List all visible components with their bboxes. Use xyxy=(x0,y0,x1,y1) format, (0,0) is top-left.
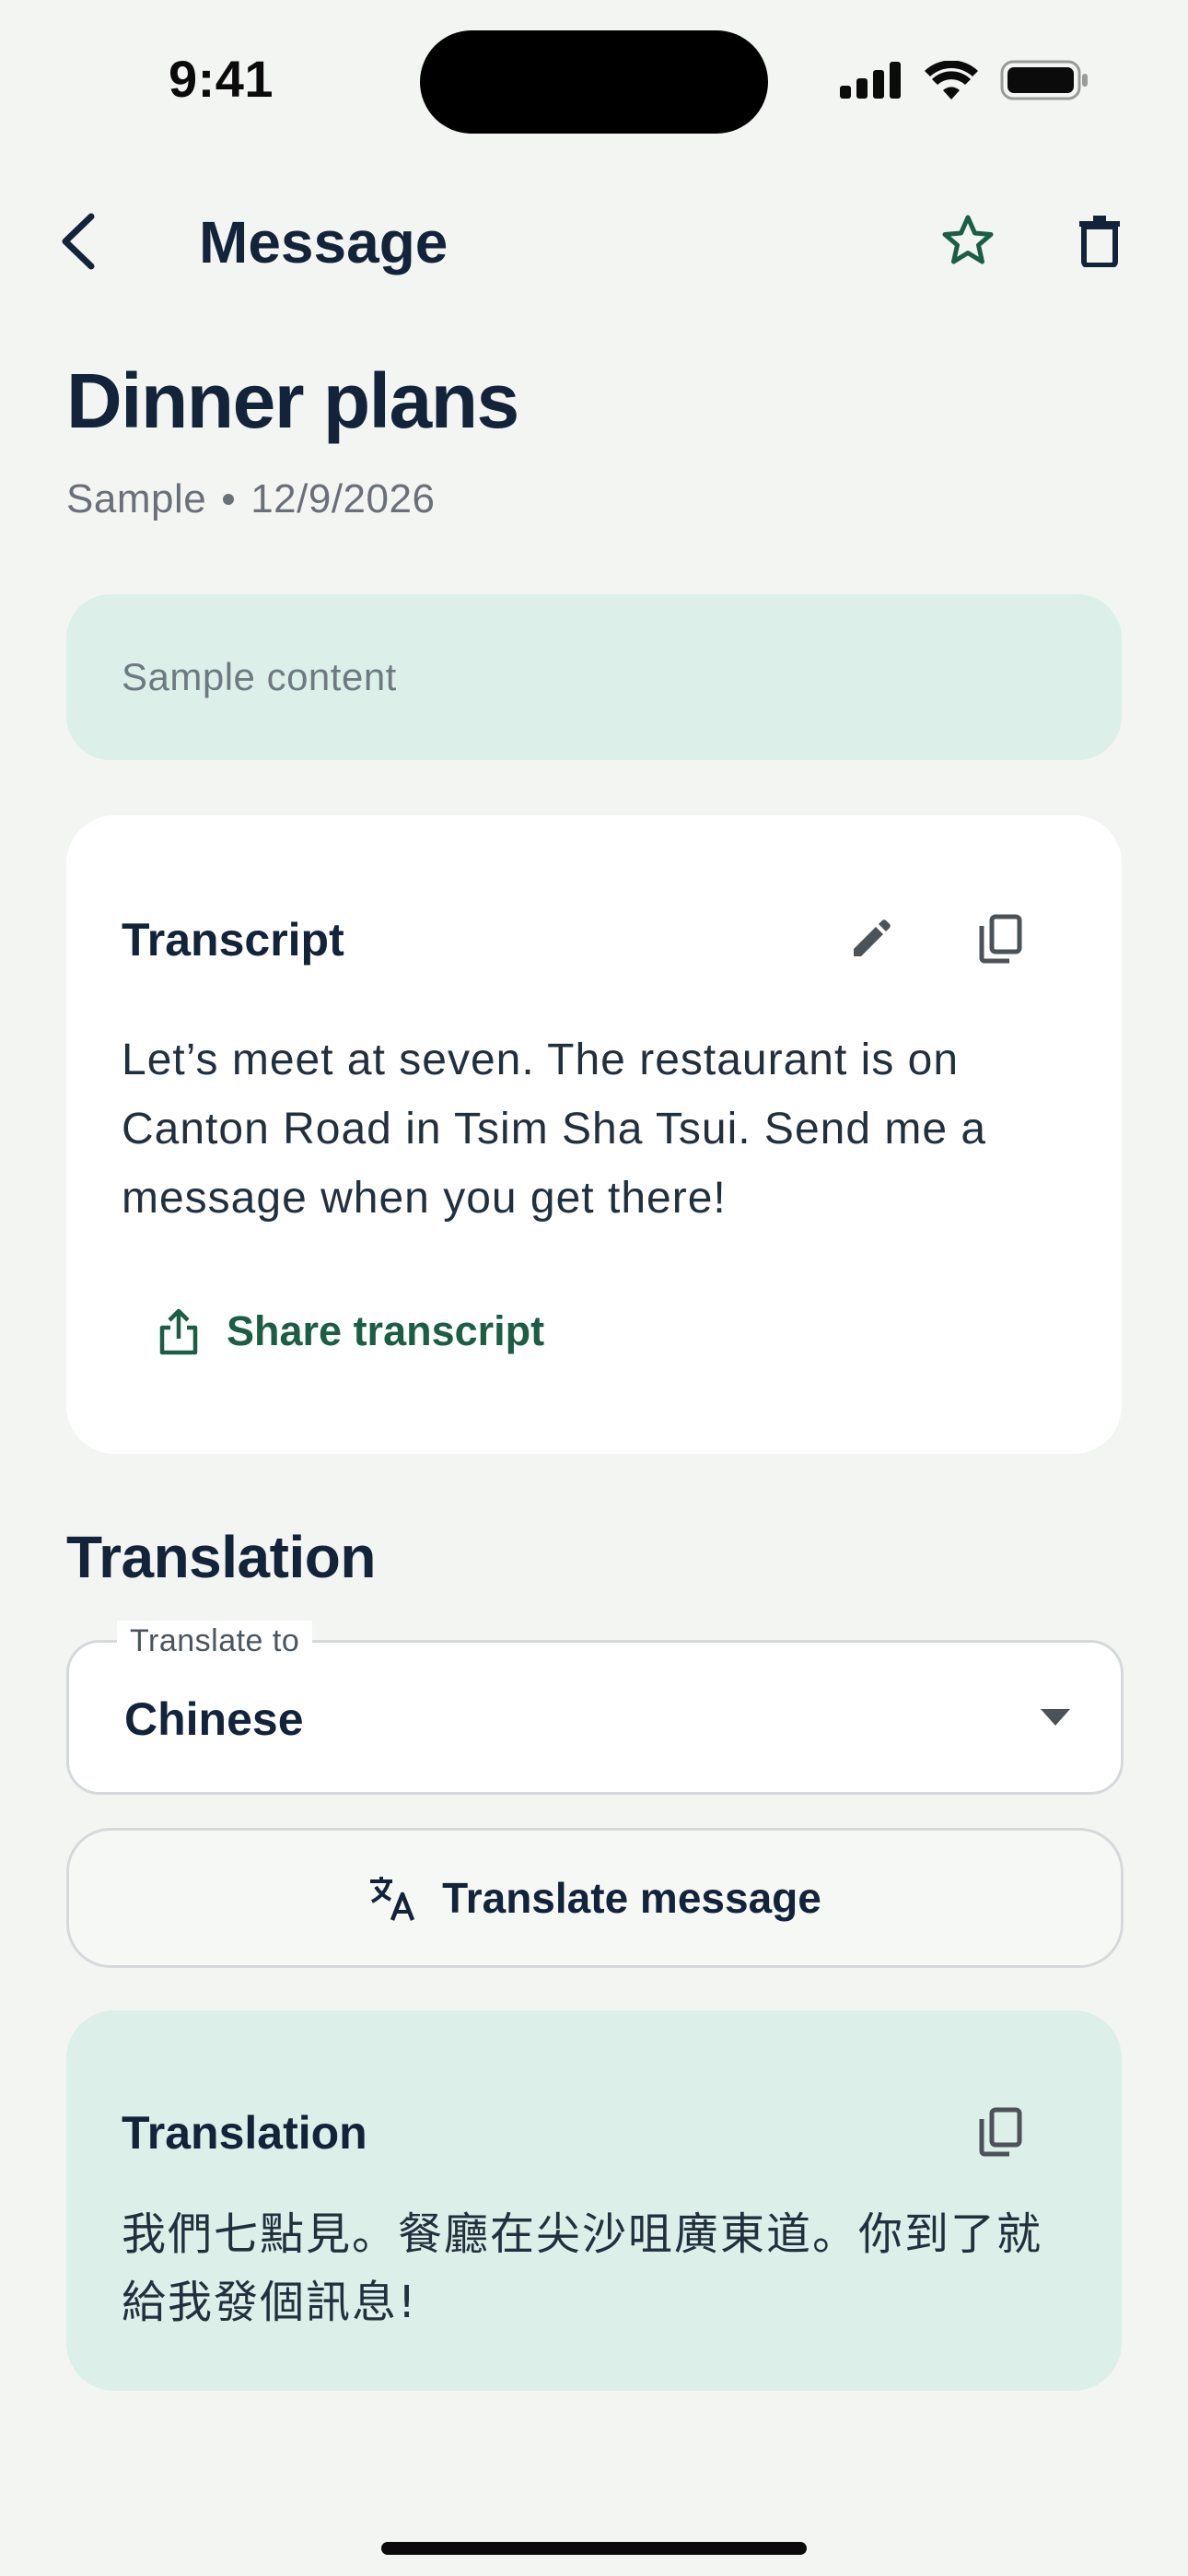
wifi-icon xyxy=(925,61,978,100)
edit-transcript-button[interactable] xyxy=(836,904,906,974)
message-meta: Sample 12/9/2026 xyxy=(66,470,435,529)
home-indicator[interactable] xyxy=(381,2542,807,2555)
transcript-heading: Transcript xyxy=(122,914,344,966)
copy-translation-button[interactable] xyxy=(965,2097,1035,2167)
translate-to-label: Translate to xyxy=(117,1621,313,1661)
translation-result-heading: Translation xyxy=(122,2107,367,2159)
translation-text: 我們七點見。餐廳在尖沙咀廣東道。你到了就給我發個訊息! xyxy=(122,2208,1043,2328)
star-outline-icon xyxy=(942,215,994,264)
back-button[interactable] xyxy=(46,205,111,278)
sample-content-box: Sample content xyxy=(66,594,1122,760)
copy-transcript-button[interactable] xyxy=(965,904,1035,974)
chevron-left-icon xyxy=(62,213,95,270)
meta-separator xyxy=(223,494,235,505)
dropdown-caret-icon xyxy=(1041,1709,1070,1726)
page-title: Message xyxy=(199,209,448,275)
translate-to-select[interactable]: Translate to Chinese xyxy=(66,1621,1124,1795)
translate-to-value: Chinese xyxy=(124,1693,304,1745)
share-transcript-label: Share transcript xyxy=(227,1307,545,1354)
trash-icon xyxy=(1079,216,1120,267)
status-icons xyxy=(840,57,1089,103)
delete-button[interactable] xyxy=(1066,206,1134,275)
sample-content-text: Sample content xyxy=(122,655,397,698)
pencil-icon xyxy=(854,919,891,956)
favorite-button[interactable] xyxy=(934,206,1002,275)
translate-message-label: Translate message xyxy=(442,1874,821,1922)
cellular-signal-icon xyxy=(840,62,901,99)
copy-icon xyxy=(979,914,1022,964)
translation-section-heading: Translation xyxy=(66,1524,376,1590)
share-transcript-button[interactable]: Share transcript xyxy=(158,1294,544,1368)
translate-message-button[interactable]: Translate message xyxy=(66,1828,1124,1968)
transcript-card: Transcript Let’s meet at seven. The rest… xyxy=(66,815,1122,1454)
status-time: 9:41 xyxy=(168,50,274,108)
translate-icon xyxy=(370,1877,415,1921)
battery-icon xyxy=(1000,60,1088,100)
translation-result-card: Translation 我們七點見。餐廳在尖沙咀廣東道。你到了就給我發個訊息! xyxy=(66,2010,1122,2391)
dynamic-island xyxy=(420,30,768,134)
share-icon xyxy=(159,1308,198,1355)
transcript-text: Let’s meet at seven. The restaurant is o… xyxy=(122,1036,987,1223)
copy-icon xyxy=(979,2107,1022,2157)
message-source: Sample xyxy=(66,476,207,521)
message-title: Dinner plans xyxy=(66,357,519,444)
message-date: 12/9/2026 xyxy=(250,476,436,521)
